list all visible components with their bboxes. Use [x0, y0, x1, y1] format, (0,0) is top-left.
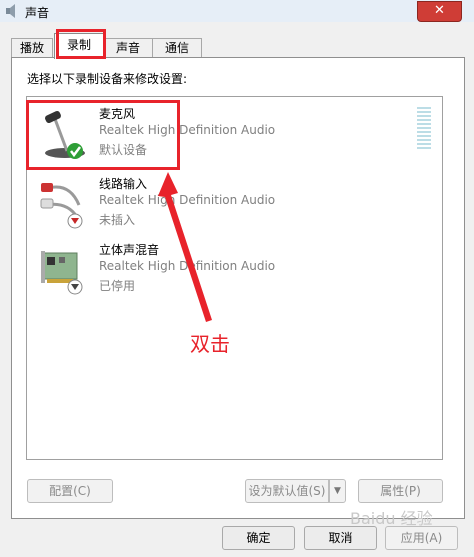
watermark: Baidu 经验	[350, 509, 433, 528]
arrow-annotation-icon	[158, 172, 212, 322]
annotation-label: 双击	[190, 332, 230, 356]
